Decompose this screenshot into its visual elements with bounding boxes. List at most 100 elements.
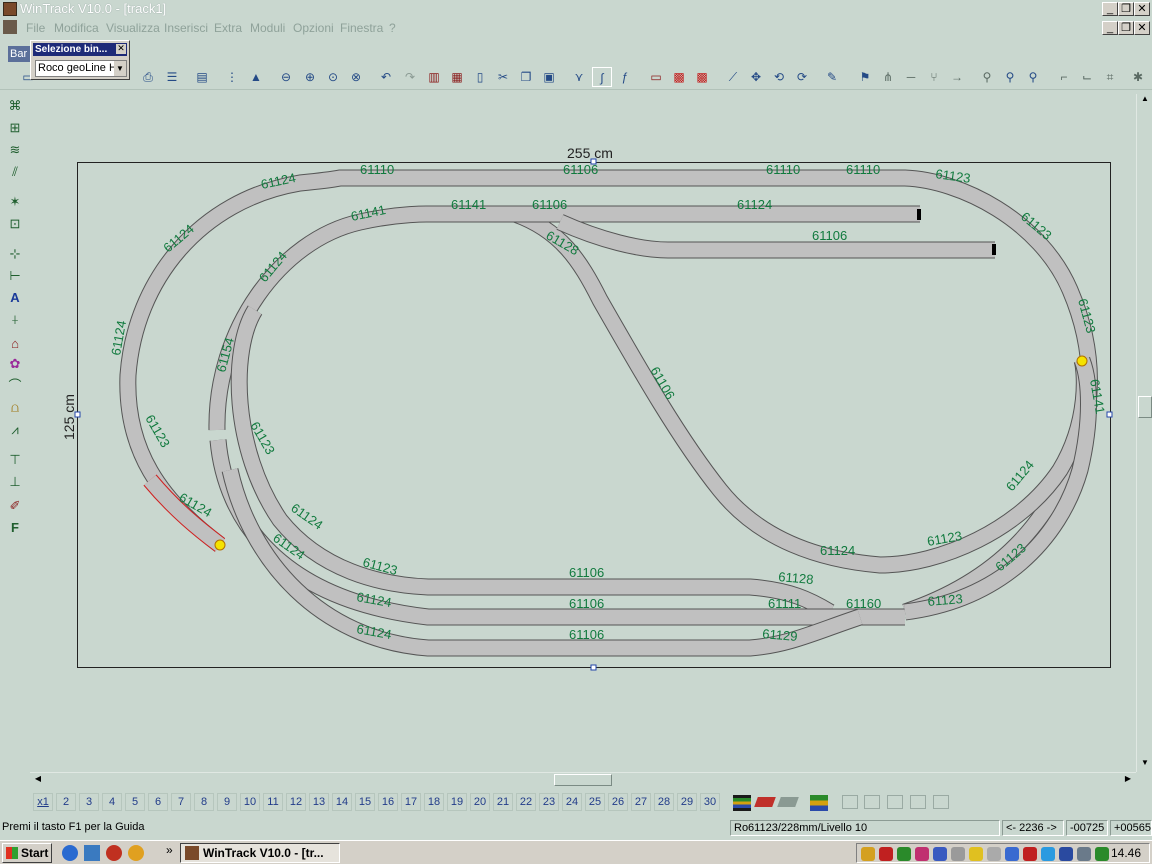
tool-box-icon[interactable]: ⊡ (4, 214, 26, 234)
zoom-all-icon[interactable]: ⊗ (346, 67, 366, 87)
media-icon[interactable] (106, 845, 122, 861)
tray-app-icon[interactable] (1023, 847, 1037, 861)
scroll-up-icon[interactable]: ▲ (1139, 94, 1151, 106)
scroll-right-icon[interactable]: ▶ (1122, 774, 1134, 786)
level-page-button[interactable]: 15 (355, 793, 375, 811)
tray-app-icon[interactable] (987, 847, 1001, 861)
track-layout[interactable]: 255 cm 125 cm 61124 61110 61106 61110 61110 6… (30, 94, 1136, 772)
level-page-button[interactable]: 7 (171, 793, 191, 811)
level-down-icon[interactable]: ⌙ (1077, 67, 1097, 87)
view-5-icon[interactable] (933, 795, 949, 809)
menu-extra[interactable]: Extra (214, 21, 242, 35)
arrow-icon[interactable]: → (947, 67, 967, 87)
flag-icon[interactable]: ⚑ (855, 67, 875, 87)
tool-terrain-icon[interactable]: ≋ (4, 140, 26, 160)
scroll-left-icon[interactable]: ◀ (32, 774, 44, 786)
layer-red-icon[interactable] (754, 797, 776, 807)
measure-icon[interactable]: ⟋ (723, 67, 743, 87)
move-icon[interactable]: ✥ (746, 67, 766, 87)
level-page-button[interactable]: 23 (539, 793, 559, 811)
outlook-icon[interactable] (84, 845, 100, 861)
undo-icon[interactable]: ↶ (376, 67, 396, 87)
level-page-button[interactable]: 5 (125, 793, 145, 811)
player-icon[interactable] (128, 845, 144, 861)
search-icon[interactable]: ⚲ (1000, 67, 1020, 87)
layers-stack-icon[interactable] (733, 795, 751, 811)
view-2-icon[interactable] (864, 795, 880, 809)
menu-visualizza[interactable]: Visualizza (106, 21, 160, 35)
level-page-button[interactable]: 2 (56, 793, 76, 811)
vertical-scrollbar[interactable]: ▲ ▼ (1136, 94, 1152, 772)
quicklaunch-more-icon[interactable]: » (166, 843, 173, 857)
tool-marker-icon[interactable]: ⍭ (4, 310, 26, 330)
table-icon[interactable]: ▦ (447, 67, 467, 87)
level-page-button[interactable]: 22 (516, 793, 536, 811)
redo-icon[interactable]: ↷ (400, 67, 420, 87)
rotate-icon[interactable]: ⟲ (769, 67, 789, 87)
level-page-button[interactable]: 27 (631, 793, 651, 811)
level-page-button[interactable]: 30 (700, 793, 720, 811)
tray-app-icon[interactable] (879, 847, 893, 861)
menu-moduli[interactable]: Moduli (250, 21, 285, 35)
horizontal-scrollbar[interactable]: ◀ ▶ (30, 772, 1136, 786)
landscape-icon[interactable]: ▲ (246, 67, 266, 87)
level-page-button[interactable]: 24 (562, 793, 582, 811)
line-icon[interactable]: ─ (901, 67, 921, 87)
rotate-180-icon[interactable]: ⟳ (792, 67, 812, 87)
level-icon[interactable]: ⌐ (1054, 67, 1074, 87)
zoom-out-icon[interactable]: ⊖ (276, 67, 296, 87)
chevron-down-icon[interactable]: ▼ (114, 61, 126, 76)
taskbar-wintrack[interactable]: WinTrack V10.0 - [tr... (180, 843, 340, 863)
tray-app-icon[interactable] (1059, 847, 1073, 861)
start-button[interactable]: Start (2, 843, 52, 863)
track-library-select[interactable]: Roco geoLine H ▼ (35, 60, 127, 77)
branch-icon[interactable]: ⑂ (924, 67, 944, 87)
level-page-button[interactable]: 14 (332, 793, 352, 811)
tool-level-icon[interactable]: ⊤ (4, 450, 26, 470)
level-page-button[interactable]: 28 (654, 793, 674, 811)
tool-tree-icon[interactable]: ⌘ (4, 96, 26, 116)
tray-app-icon[interactable] (1077, 847, 1091, 861)
tool-rail-icon[interactable]: ⫽ (4, 162, 26, 182)
text-icon[interactable]: A (4, 288, 26, 308)
layers-icon[interactable]: ▤ (192, 67, 212, 87)
tool-pin-icon[interactable]: ⊹ (4, 244, 26, 264)
minimize-button[interactable]: _ (1102, 2, 1118, 16)
tool-pencil-icon[interactable]: ✐ (4, 496, 26, 516)
level-page-button[interactable]: 11 (263, 793, 283, 811)
menu-opzioni[interactable]: Opzioni (293, 21, 334, 35)
module-icon[interactable]: ▭ (646, 67, 666, 87)
menu-help[interactable]: ? (389, 21, 396, 35)
tool-color-icon[interactable]: ✿ (4, 354, 26, 374)
block-red-icon[interactable]: ▩ (669, 67, 689, 87)
view-4-icon[interactable] (910, 795, 926, 809)
level-page-button[interactable]: 17 (401, 793, 421, 811)
grid-icon[interactable]: ⋮ (222, 67, 242, 87)
view-1-icon[interactable] (842, 795, 858, 809)
level-page-button[interactable]: 20 (470, 793, 490, 811)
tray-shield-icon[interactable] (861, 847, 875, 861)
level-page-button[interactable]: 12 (286, 793, 306, 811)
find-icon[interactable]: ⚲ (1023, 67, 1043, 87)
tool-slope-icon[interactable]: ⊥ (4, 472, 26, 492)
zoom-in-icon[interactable]: ⊕ (300, 67, 320, 87)
level-page-button[interactable]: 18 (424, 793, 444, 811)
level-page-button[interactable]: 3 (79, 793, 99, 811)
menu-file[interactable]: File (26, 21, 45, 35)
print-icon[interactable]: ⎙ (138, 67, 158, 87)
horizontal-scroll-thumb[interactable] (554, 774, 612, 786)
tray-app-icon[interactable] (1041, 847, 1055, 861)
tray-volume-icon[interactable] (951, 847, 965, 861)
level-page-button[interactable]: 8 (194, 793, 214, 811)
doc-restore-button[interactable]: ❐ (1118, 21, 1134, 35)
level-page-button[interactable]: 13 (309, 793, 329, 811)
cut-icon[interactable]: ✂ (493, 67, 513, 87)
flex-icon[interactable]: ƒ (615, 67, 635, 87)
tool-graph-icon[interactable]: ⩘ (4, 420, 26, 440)
level-page-button[interactable]: 16 (378, 793, 398, 811)
zoom-window-icon[interactable]: ⊙ (323, 67, 343, 87)
properties-icon[interactable]: ☰ (162, 67, 182, 87)
level-page-button[interactable]: 21 (493, 793, 513, 811)
tool-star-icon[interactable]: ✶ (4, 192, 26, 212)
menu-inserisci[interactable]: Inserisci (164, 21, 208, 35)
